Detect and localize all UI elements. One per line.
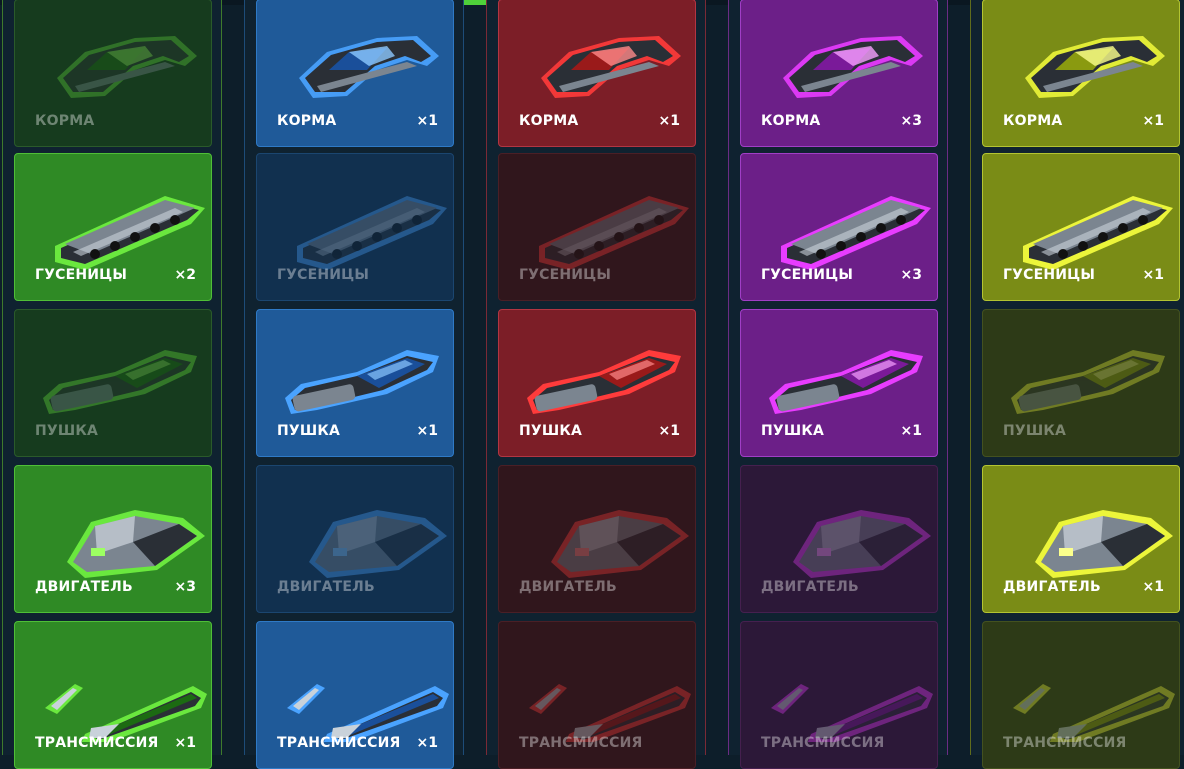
part-name: КОРМА	[277, 113, 337, 129]
part-card[interactable]: ДВИГАТЕЛЬ ×3	[14, 465, 212, 613]
part-name: ПУШКА	[35, 423, 99, 439]
part-name: ТРАНСМИССИЯ	[519, 735, 643, 751]
cannon-icon	[15, 310, 211, 430]
part-card[interactable]: КОРМА ×1	[498, 0, 696, 147]
part-card[interactable]: ГУСЕНИЦЫ	[256, 153, 454, 301]
part-card[interactable]: ГУСЕНИЦЫ ×2	[14, 153, 212, 301]
rarity-column-red: КОРМА ×1 ГУСЕНИЦЫ ПУШКА ×1 ДВИГАТЕЛЬ ТРАНС…	[486, 0, 706, 769]
part-card[interactable]: ПУШКА	[14, 309, 212, 457]
part-card[interactable]: ПУШКА ×1	[498, 309, 696, 457]
cannon-icon	[741, 310, 937, 430]
cannon-icon	[499, 310, 695, 430]
part-count: ×1	[416, 113, 438, 129]
rarity-column-blue: КОРМА ×1 ГУСЕНИЦЫ ПУШКА ×1 ДВИГАТЕЛЬ ТРАНС…	[244, 0, 464, 769]
part-count: ×3	[174, 579, 196, 595]
part-card[interactable]: ТРАНСМИССИЯ ×1	[14, 621, 212, 769]
part-count: ×1	[658, 113, 680, 129]
part-card[interactable]: ГУСЕНИЦЫ ×3	[740, 153, 938, 301]
cannon-icon	[257, 310, 453, 430]
part-count: ×1	[416, 423, 438, 439]
part-name: ТРАНСМИССИЯ	[1003, 735, 1127, 751]
part-card[interactable]: ПУШКА ×1	[256, 309, 454, 457]
engine-icon	[499, 466, 695, 586]
part-name: КОРМА	[1003, 113, 1063, 129]
part-card[interactable]: ГУСЕНИЦЫ	[498, 153, 696, 301]
tracks-icon	[499, 154, 695, 274]
part-name: ДВИГАТЕЛЬ	[277, 579, 375, 595]
part-name: ПУШКА	[1003, 423, 1067, 439]
cannon-icon	[983, 310, 1179, 430]
hull-icon	[15, 0, 211, 120]
part-name: ПУШКА	[761, 423, 825, 439]
part-card[interactable]: КОРМА ×3	[740, 0, 938, 147]
part-count: ×1	[1142, 579, 1164, 595]
transmission-icon	[983, 622, 1179, 746]
part-name: ГУСЕНИЦЫ	[35, 267, 128, 283]
part-name: КОРМА	[519, 113, 579, 129]
part-card[interactable]: ТРАНСМИССИЯ	[498, 621, 696, 769]
part-card[interactable]: ГУСЕНИЦЫ ×1	[982, 153, 1180, 301]
part-card[interactable]: КОРМА	[14, 0, 212, 147]
part-name: КОРМА	[761, 113, 821, 129]
transmission-icon	[741, 622, 937, 746]
part-name: ПУШКА	[519, 423, 583, 439]
rarity-column-yellow: КОРМА ×1 ГУСЕНИЦЫ ×1 ПУШКА ДВИГАТЕЛЬ ×1 ТРА…	[970, 0, 1184, 769]
part-card[interactable]: ПУШКА ×1	[740, 309, 938, 457]
transmission-icon	[15, 622, 211, 746]
engine-icon	[15, 466, 211, 586]
part-name: ГУСЕНИЦЫ	[519, 267, 612, 283]
tracks-icon	[257, 154, 453, 274]
part-name: КОРМА	[35, 113, 95, 129]
hull-icon	[983, 0, 1179, 120]
part-card[interactable]: ДВИГАТЕЛЬ	[740, 465, 938, 613]
part-count: ×3	[900, 267, 922, 283]
hull-icon	[257, 0, 453, 120]
part-card[interactable]: КОРМА ×1	[982, 0, 1180, 147]
part-name: ТРАНСМИССИЯ	[35, 735, 159, 751]
part-name: ДВИГАТЕЛЬ	[761, 579, 859, 595]
part-count: ×1	[900, 423, 922, 439]
part-card[interactable]: ПУШКА	[982, 309, 1180, 457]
part-count: ×1	[174, 735, 196, 751]
part-name: ДВИГАТЕЛЬ	[35, 579, 133, 595]
part-card[interactable]: ТРАНСМИССИЯ ×1	[256, 621, 454, 769]
hull-icon	[741, 0, 937, 120]
rarity-column-green: КОРМА ГУСЕНИЦЫ ×2 ПУШКА ДВИГАТЕЛЬ ×3 ТРАНС…	[2, 0, 222, 769]
part-name: ТРАНСМИССИЯ	[277, 735, 401, 751]
part-card[interactable]: ДВИГАТЕЛЬ	[256, 465, 454, 613]
tracks-icon	[983, 154, 1179, 274]
part-name: ГУСЕНИЦЫ	[277, 267, 370, 283]
rarity-column-purple: КОРМА ×3 ГУСЕНИЦЫ ×3 ПУШКА ×1 ДВИГАТЕЛЬ ТРА…	[728, 0, 948, 769]
part-card[interactable]: ДВИГАТЕЛЬ ×1	[982, 465, 1180, 613]
tracks-icon	[741, 154, 937, 274]
part-name: ДВИГАТЕЛЬ	[1003, 579, 1101, 595]
part-card[interactable]: ТРАНСМИССИЯ	[740, 621, 938, 769]
part-card[interactable]: КОРМА ×1	[256, 0, 454, 147]
part-name: ГУСЕНИЦЫ	[761, 267, 854, 283]
part-count: ×1	[658, 423, 680, 439]
part-name: ПУШКА	[277, 423, 341, 439]
part-name: ДВИГАТЕЛЬ	[519, 579, 617, 595]
tracks-icon	[15, 154, 211, 274]
transmission-icon	[257, 622, 453, 746]
part-card[interactable]: ДВИГАТЕЛЬ	[498, 465, 696, 613]
part-count: ×1	[416, 735, 438, 751]
transmission-icon	[499, 622, 695, 746]
part-count: ×3	[900, 113, 922, 129]
part-card[interactable]: ТРАНСМИССИЯ	[982, 621, 1180, 769]
part-name: ГУСЕНИЦЫ	[1003, 267, 1096, 283]
engine-icon	[741, 466, 937, 586]
part-count: ×1	[1142, 267, 1164, 283]
engine-icon	[983, 466, 1179, 586]
hull-icon	[499, 0, 695, 120]
part-count: ×1	[1142, 113, 1164, 129]
engine-icon	[257, 466, 453, 586]
part-name: ТРАНСМИССИЯ	[761, 735, 885, 751]
part-count: ×2	[174, 267, 196, 283]
